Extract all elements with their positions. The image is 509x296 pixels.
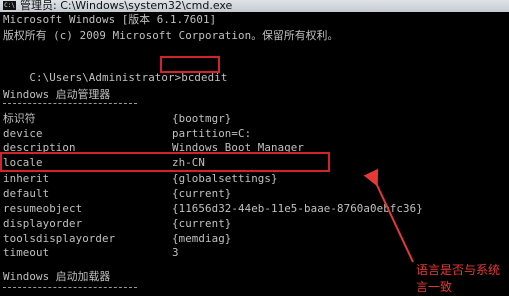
annotation-arrow (363, 168, 414, 263)
annotation-text-line1: 语言是否与系统 (416, 263, 501, 277)
annotation-text-line2: 言一致 (416, 280, 453, 294)
